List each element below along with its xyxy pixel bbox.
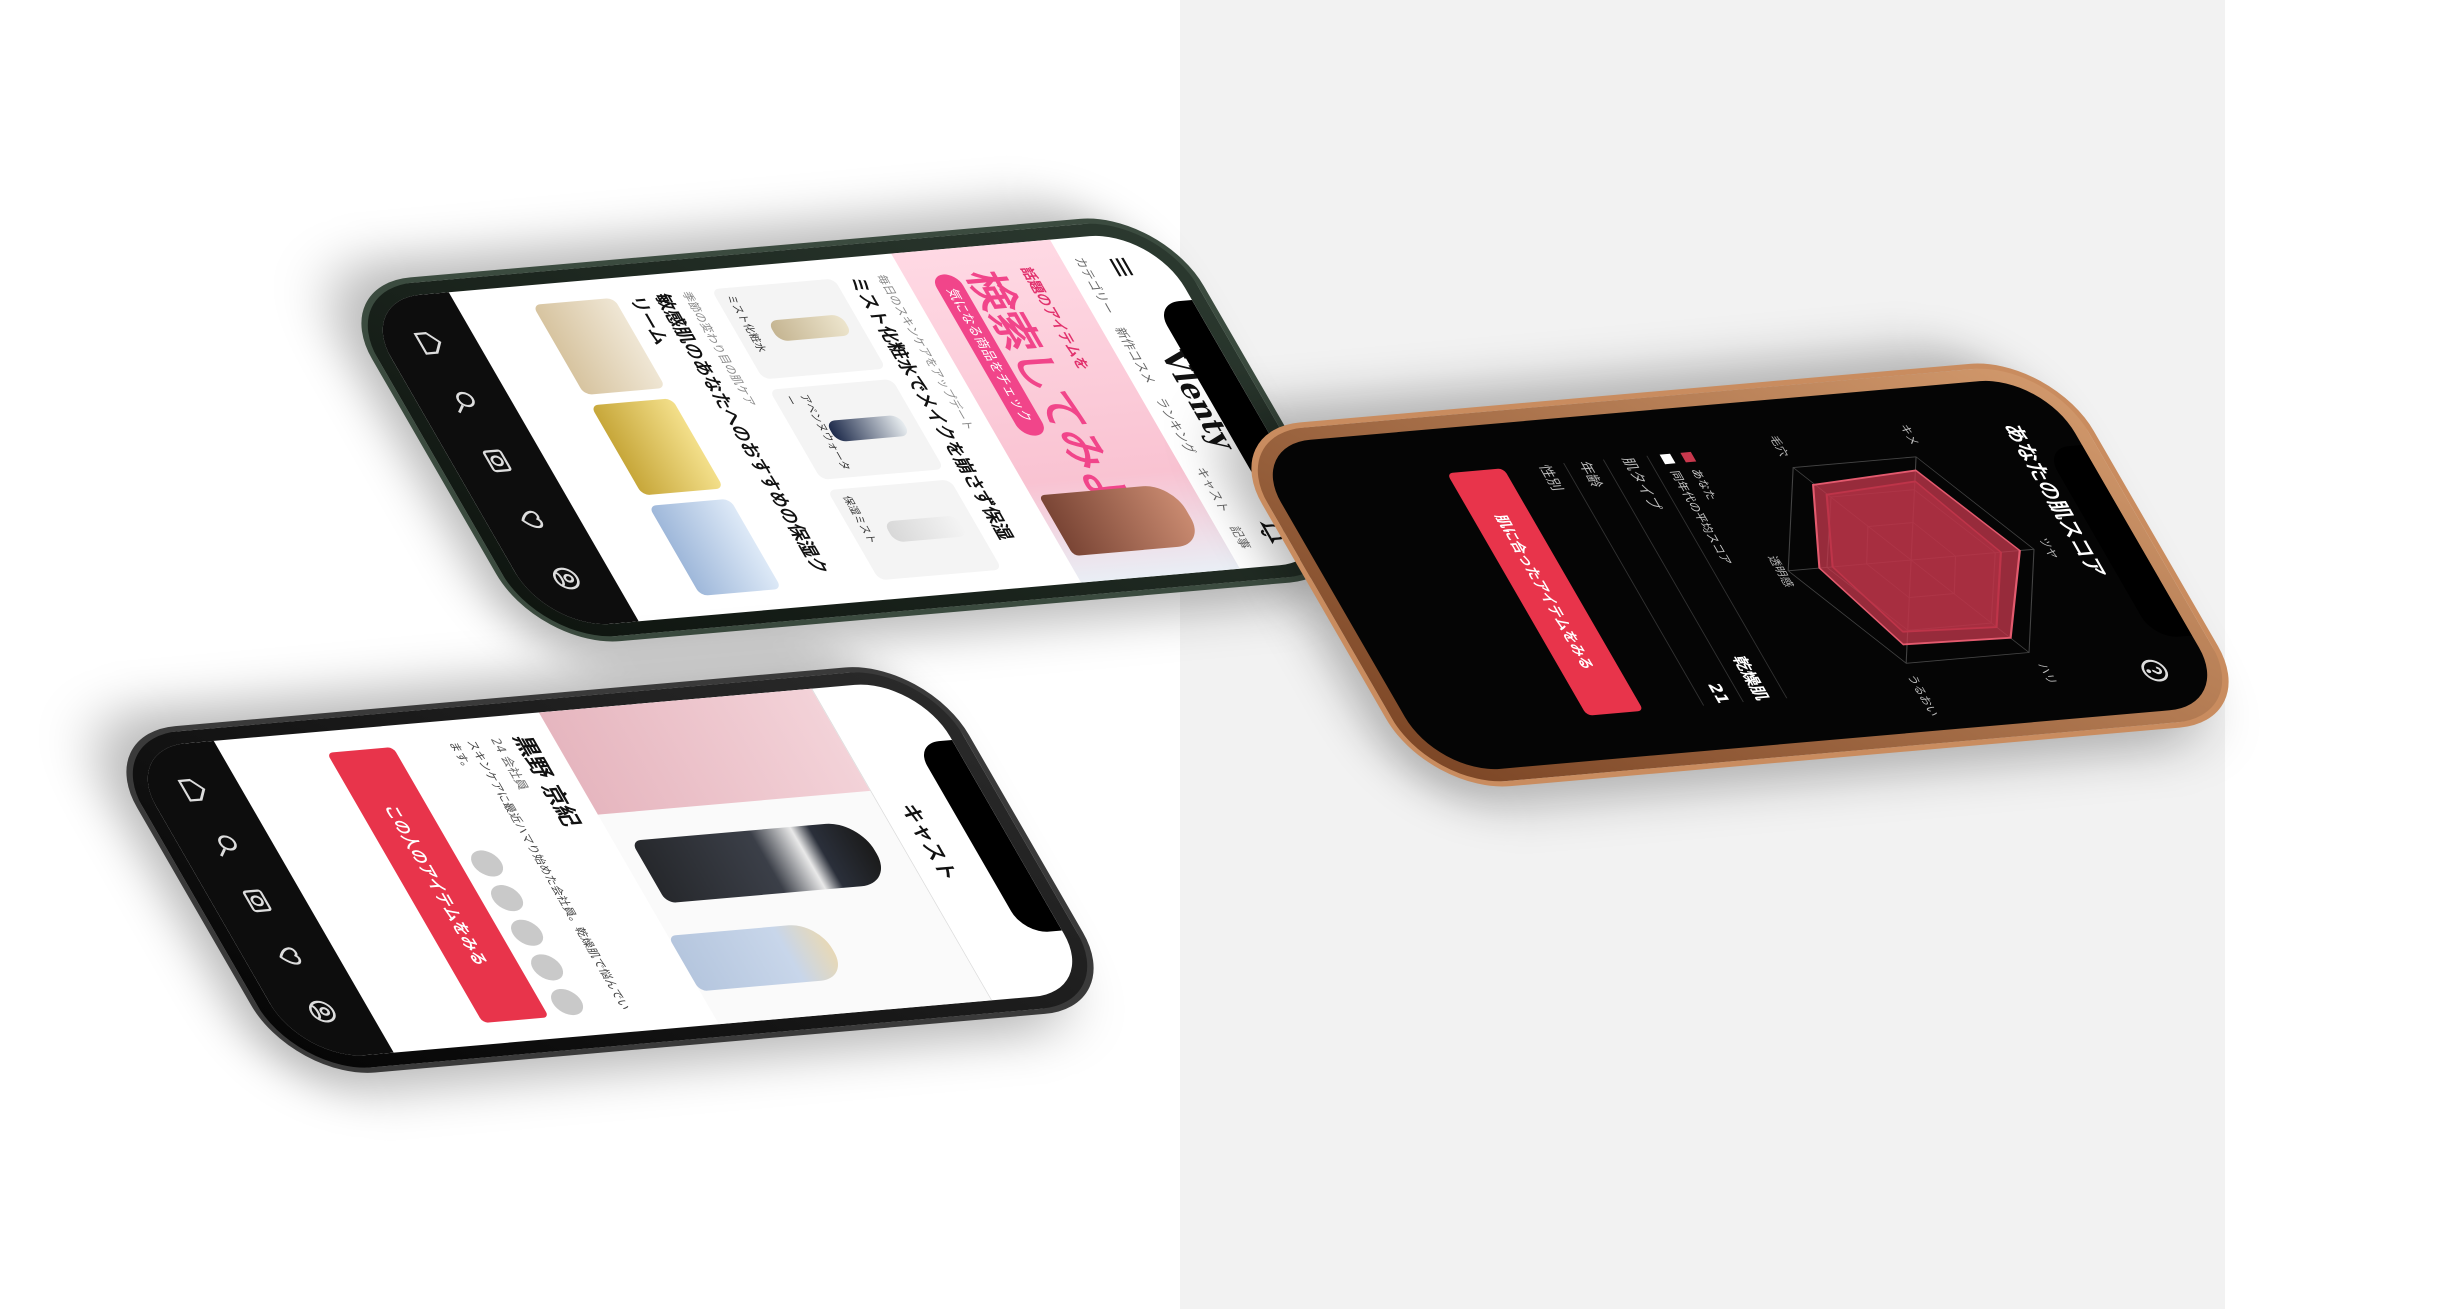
stat-value: 21 (1702, 682, 1734, 705)
legend-swatch (1659, 453, 1676, 465)
legend-swatch (1680, 451, 1697, 463)
cast-photo (630, 821, 894, 904)
product-image (883, 515, 969, 543)
phone-score: あなたの肌スコア ツヤ ハリ うるおい 透明感 毛穴 キメ あなた 同年代の平均… (1190, 342, 2261, 813)
camera-icon[interactable] (477, 447, 520, 475)
product-image (825, 414, 911, 443)
radar-axis-label: ツヤ (2035, 537, 2061, 559)
cast-photo-secondary (667, 922, 850, 992)
stat-value (1674, 706, 1694, 708)
stat-label: 年齢 (1574, 460, 1607, 489)
search-icon[interactable] (443, 388, 486, 416)
mypage-icon[interactable] (301, 997, 344, 1025)
search-icon[interactable] (205, 831, 248, 859)
radar-axis-label: ハリ (2035, 663, 2061, 685)
phone-cast: キャスト 黒野 京紀 24 会社員 スキンケアに最近ハマり始めた会社員。乾燥肌で… (65, 646, 1126, 1099)
stat-label: 性別 (1534, 464, 1567, 492)
camera-icon[interactable] (237, 887, 280, 915)
radar-axis-label: キメ (1897, 424, 1923, 446)
favorite-icon[interactable] (269, 942, 312, 970)
radar-user-area (1812, 469, 2021, 646)
mypage-icon[interactable] (545, 564, 588, 592)
menu-icon[interactable] (1100, 253, 1143, 281)
radar-axis-label: 毛穴 (1766, 435, 1792, 457)
phone-home: Vlenty カテゴリー 新作コスメ ランキング キャスト 記事 話題のアイテム… (300, 197, 1371, 668)
banner-model-image (1038, 483, 1207, 556)
radar-axis-label: うるおい (1904, 674, 1942, 717)
home-icon[interactable] (173, 776, 216, 804)
nav-tab[interactable]: 記事 (1226, 525, 1257, 550)
favorite-icon[interactable] (511, 505, 554, 533)
home-icon[interactable] (409, 329, 452, 357)
cast-background-image (538, 688, 871, 815)
mockup-stage: Vlenty カテゴリー 新作コスメ ランキング キャスト 記事 話題のアイテム… (0, 0, 2443, 1309)
product-image (767, 314, 853, 342)
